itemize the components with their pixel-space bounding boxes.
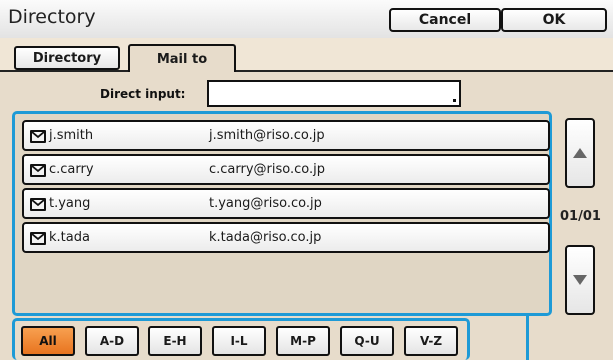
title-bar: Directory Cancel OK bbox=[0, 0, 613, 39]
directory-screen: Directory Cancel OK Directory Mail to Di… bbox=[0, 0, 613, 360]
contact-list: j.smith j.smith@riso.co.jp c.carry c.car… bbox=[12, 111, 552, 316]
mail-icon bbox=[30, 130, 46, 143]
contact-row[interactable]: c.carry c.carry@riso.co.jp bbox=[22, 154, 550, 185]
page-indicator: 01/01 bbox=[560, 209, 601, 224]
contact-email: t.yang@riso.co.jp bbox=[209, 196, 322, 211]
filter-all-button[interactable]: All bbox=[21, 326, 75, 356]
contact-email: c.carry@riso.co.jp bbox=[209, 162, 326, 177]
filter-a-d-button[interactable]: A-D bbox=[85, 326, 139, 356]
arrow-up-icon bbox=[573, 148, 587, 158]
cancel-button[interactable]: Cancel bbox=[389, 8, 501, 32]
callout-line bbox=[526, 316, 529, 360]
contact-name: j.smith bbox=[49, 128, 94, 143]
contact-row[interactable]: k.tada k.tada@riso.co.jp bbox=[22, 222, 550, 253]
filter-m-p-button[interactable]: M-P bbox=[276, 326, 330, 356]
contact-email: j.smith@riso.co.jp bbox=[209, 128, 325, 143]
arrow-down-icon bbox=[573, 275, 587, 285]
tab-directory[interactable]: Directory bbox=[14, 46, 120, 70]
contact-email: k.tada@riso.co.jp bbox=[209, 230, 322, 245]
tab-divider bbox=[0, 70, 613, 72]
filter-i-l-button[interactable]: I-L bbox=[212, 326, 266, 356]
mail-icon bbox=[30, 232, 46, 245]
contact-row[interactable]: j.smith j.smith@riso.co.jp bbox=[22, 120, 550, 151]
direct-input-label: Direct input: bbox=[100, 87, 186, 101]
scroll-up-button[interactable] bbox=[565, 118, 595, 188]
ok-button[interactable]: OK bbox=[501, 8, 607, 32]
contact-name: t.yang bbox=[49, 196, 91, 211]
contact-name: k.tada bbox=[49, 230, 90, 245]
contact-row[interactable]: t.yang t.yang@riso.co.jp bbox=[22, 188, 550, 219]
window-title: Directory bbox=[8, 6, 96, 28]
contact-name: c.carry bbox=[49, 162, 94, 177]
filter-v-z-button[interactable]: V-Z bbox=[404, 326, 458, 356]
tab-mail-to[interactable]: Mail to bbox=[128, 44, 236, 72]
filter-q-u-button[interactable]: Q-U bbox=[340, 326, 394, 356]
scroll-down-button[interactable] bbox=[565, 245, 595, 315]
direct-input-field[interactable] bbox=[207, 80, 461, 107]
mail-icon bbox=[30, 198, 46, 211]
filter-e-h-button[interactable]: E-H bbox=[148, 326, 202, 356]
mail-icon bbox=[30, 164, 46, 177]
